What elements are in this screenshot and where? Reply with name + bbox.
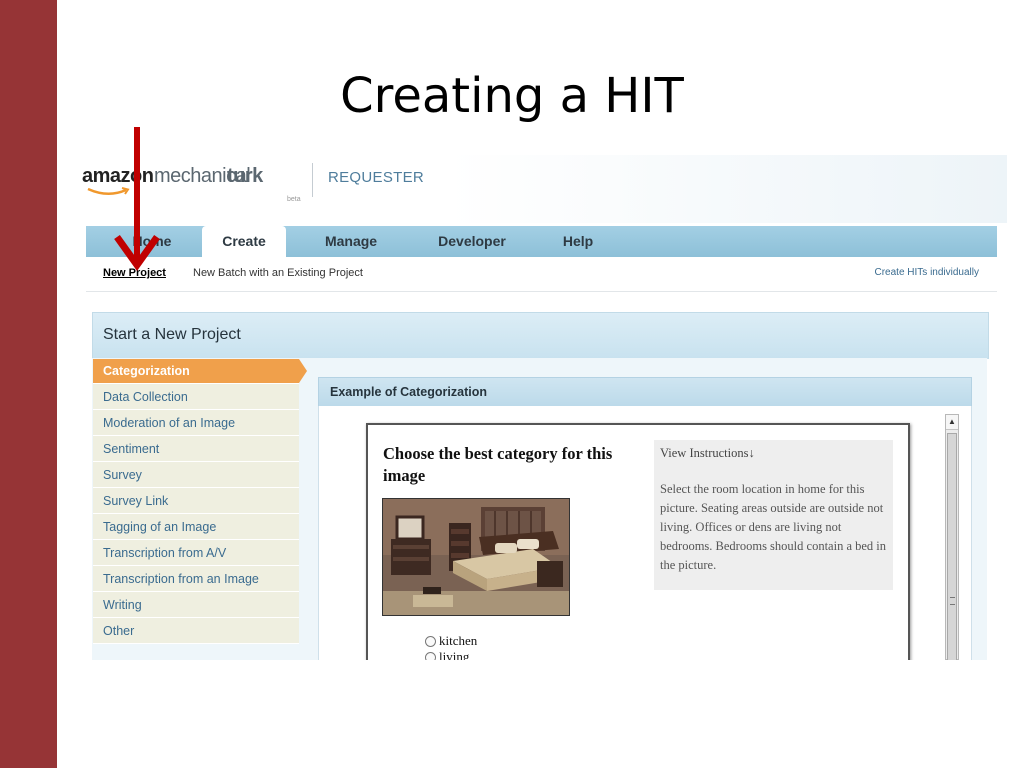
category-survey[interactable]: Survey xyxy=(93,462,299,488)
category-other[interactable]: Other xyxy=(93,618,299,644)
tab-create[interactable]: Create xyxy=(202,226,286,257)
answer-options: kitchen living xyxy=(425,633,477,660)
example-scrollbar[interactable]: ▲ xyxy=(945,414,959,660)
instructions-arrow-icon: ↓ xyxy=(748,446,755,460)
sub-nav: New Project New Batch with an Existing P… xyxy=(86,257,997,292)
instructions-box: View Instructions↓ Select the room locat… xyxy=(654,440,893,590)
instructions-text: Select the room location in home for thi… xyxy=(660,482,887,572)
logo-turk-text: turk xyxy=(227,165,263,187)
example-header: Example of Categorization xyxy=(318,377,972,407)
view-instructions-link[interactable]: View Instructions↓ xyxy=(660,446,755,461)
scroll-thumb[interactable] xyxy=(947,433,957,660)
category-list: Categorization Data Collection Moderatio… xyxy=(93,359,307,644)
example-title: Example of Categorization xyxy=(330,385,487,399)
grip-icon xyxy=(950,597,955,605)
start-project-title: Start a New Project xyxy=(103,326,241,343)
tab-help[interactable]: Help xyxy=(548,226,608,257)
category-writing[interactable]: Writing xyxy=(93,592,299,618)
option-label: kitchen xyxy=(439,633,478,648)
category-data-collection[interactable]: Data Collection xyxy=(93,384,299,410)
tab-developer[interactable]: Developer xyxy=(422,226,522,257)
category-transcription-image[interactable]: Transcription from an Image xyxy=(93,566,299,592)
site-header: amazon mechanical turk beta REQUESTER xyxy=(76,155,1007,223)
category-transcription-av[interactable]: Transcription from A/V xyxy=(93,540,299,566)
slide-title: Creating a HIT xyxy=(340,68,684,124)
option-living[interactable]: living xyxy=(425,649,477,660)
category-categorization[interactable]: Categorization xyxy=(93,359,307,384)
category-sentiment[interactable]: Sentiment xyxy=(93,436,299,462)
option-kitchen[interactable]: kitchen xyxy=(425,633,477,649)
scroll-up-icon[interactable]: ▲ xyxy=(946,415,958,430)
header-divider xyxy=(312,163,313,197)
down-arrow-icon xyxy=(114,127,160,272)
main-nav: Home Create Manage Developer Help xyxy=(86,226,997,257)
bedroom-photo xyxy=(382,498,570,616)
hit-preview-card: Choose the best category for this image xyxy=(366,423,910,660)
category-tagging-image[interactable]: Tagging of an Image xyxy=(93,514,299,540)
start-project-header: Start a New Project xyxy=(92,312,989,359)
new-batch-link[interactable]: New Batch with an Existing Project xyxy=(193,267,363,279)
mturk-screenshot: amazon mechanical turk beta REQUESTER Ho… xyxy=(76,155,1007,660)
category-survey-link[interactable]: Survey Link xyxy=(93,488,299,514)
requester-label: REQUESTER xyxy=(328,169,425,186)
radio-icon[interactable] xyxy=(425,635,436,647)
logo-beta-label: beta xyxy=(287,196,301,203)
tab-manage[interactable]: Manage xyxy=(306,226,396,257)
radio-icon[interactable] xyxy=(425,651,436,660)
category-moderation-image[interactable]: Moderation of an Image xyxy=(93,410,299,436)
create-hits-individually-link[interactable]: Create HITs individually xyxy=(875,267,980,278)
option-label: living xyxy=(439,649,470,660)
hit-question: Choose the best category for this image xyxy=(383,444,613,485)
